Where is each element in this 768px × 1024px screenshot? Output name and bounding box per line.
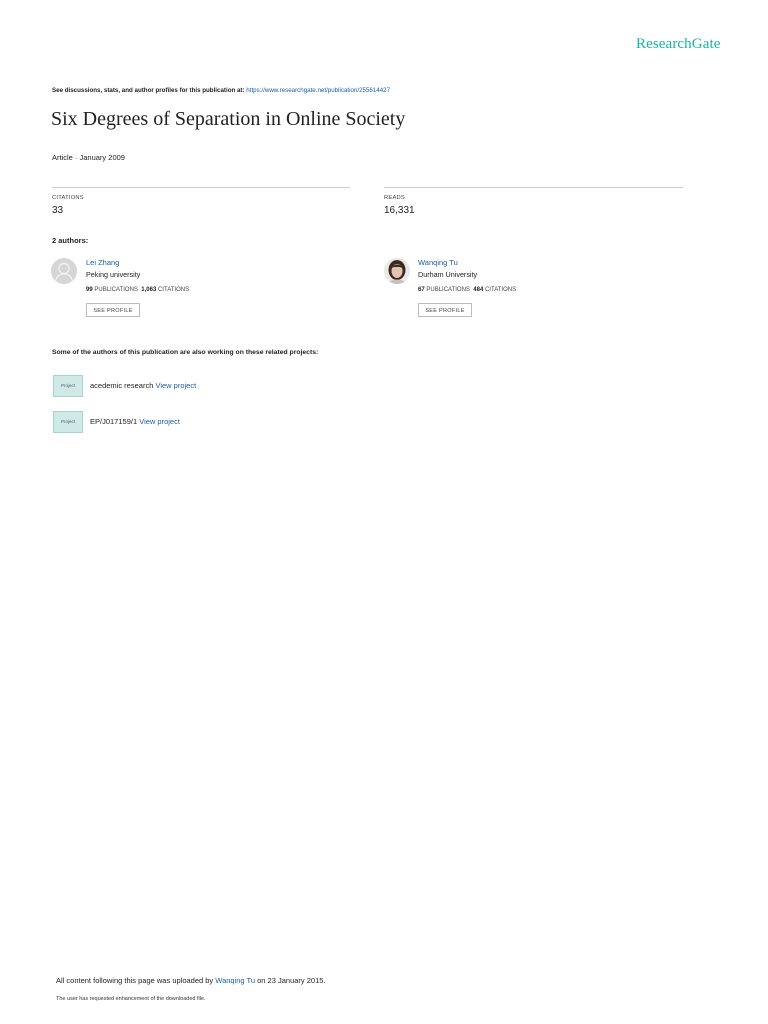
author-name-link[interactable]: Wanqing Tu <box>418 258 458 267</box>
citations-label: CITATIONS <box>157 287 190 293</box>
related-projects-label: Some of the authors of this publication … <box>52 349 319 356</box>
enhancement-note: The user has requested enhancement of th… <box>56 996 206 1002</box>
citations-label: CITATIONS <box>484 287 517 293</box>
author-institution: Peking university <box>86 270 141 279</box>
uploader-link[interactable]: Wanqing Tu <box>215 976 255 985</box>
upload-suffix: on 23 January 2015. <box>257 976 326 985</box>
author-name-link[interactable]: Lei Zhang <box>86 258 119 267</box>
publications-count: 67 <box>418 287 425 293</box>
citations-label: CITATIONS <box>52 195 84 201</box>
researchgate-logo[interactable]: ResearchGate <box>636 36 720 53</box>
project-name: EP/J017159/1 <box>90 417 138 426</box>
view-project-link[interactable]: View project <box>139 417 180 426</box>
publications-label: PUBLICATIONS <box>426 287 470 293</box>
project-item: EP/J017159/1 View project <box>90 417 180 426</box>
divider <box>384 187 683 188</box>
authors-label: 2 authors: <box>52 236 89 245</box>
reads-label: READS <box>384 195 405 201</box>
divider <box>52 187 350 188</box>
discussion-intro: See discussions, stats, and author profi… <box>52 87 245 94</box>
citations-count: 484 <box>473 287 484 293</box>
project-name: acedemic research <box>90 381 154 390</box>
publications-count: 99 <box>86 287 93 293</box>
publication-url-link[interactable]: https://www.researchgate.net/publication… <box>246 87 390 94</box>
discussion-line: See discussions, stats, and author profi… <box>52 87 390 94</box>
view-project-link[interactable]: View project <box>155 381 196 390</box>
project-folder-icon: Project <box>53 375 83 397</box>
reads-count: 16,331 <box>384 205 415 216</box>
publications-label: PUBLICATIONS <box>94 287 138 293</box>
author-stats: 99 PUBLICATIONS 1,063 CITATIONS <box>86 287 189 293</box>
article-meta: Article · January 2009 <box>52 153 125 162</box>
citations-count: 33 <box>52 205 64 216</box>
upload-notice: All content following this page was uplo… <box>56 976 326 985</box>
project-folder-icon: Project <box>53 411 83 433</box>
project-item: acedemic research View project <box>90 381 196 390</box>
author-photo[interactable] <box>384 258 410 284</box>
upload-prefix: All content following this page was uplo… <box>56 976 214 985</box>
author-stats: 67 PUBLICATIONS 484 CITATIONS <box>418 287 516 293</box>
author-institution: Durham University <box>418 270 478 279</box>
see-profile-button[interactable]: SEE PROFILE <box>418 303 472 317</box>
default-avatar-icon[interactable] <box>51 258 77 284</box>
citations-count: 1,063 <box>141 287 157 293</box>
see-profile-button[interactable]: SEE PROFILE <box>86 303 140 317</box>
page-title: Six Degrees of Separation in Online Soci… <box>51 108 406 130</box>
